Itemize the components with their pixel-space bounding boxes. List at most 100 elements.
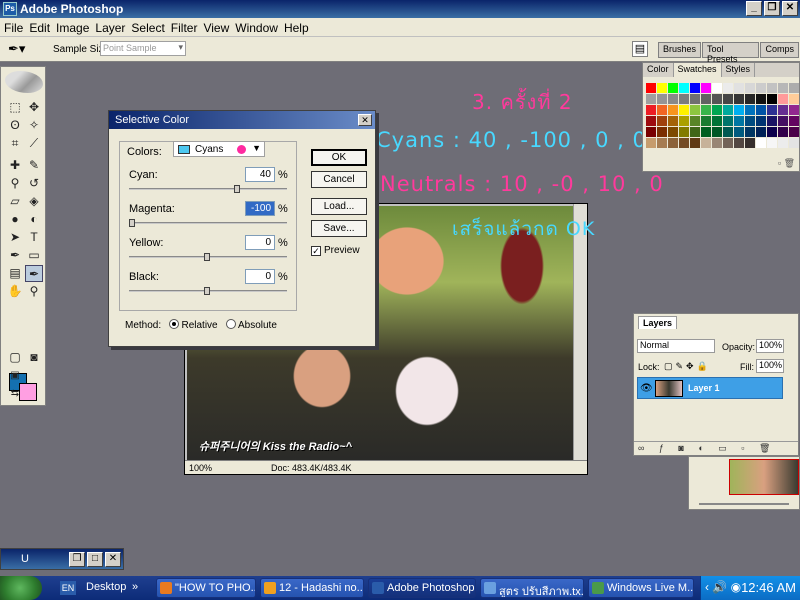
swatch-cell[interactable] <box>767 83 777 93</box>
magenta-slider-thumb[interactable] <box>129 219 135 227</box>
swatch-cell[interactable] <box>745 83 755 93</box>
swatch-cell[interactable] <box>712 94 722 104</box>
swatch-cell[interactable] <box>745 116 755 126</box>
swatch-cell[interactable] <box>646 127 656 137</box>
pen-tool-icon[interactable]: ✒ <box>6 247 24 264</box>
zoom-tool-icon[interactable]: ⚲ <box>25 283 43 300</box>
slice-tool-icon[interactable]: ⟋ <box>25 135 43 152</box>
screen-mode-icon[interactable]: ▣ <box>6 367 24 384</box>
swatch-cell[interactable] <box>657 83 667 93</box>
minimize-button[interactable]: _ <box>746 1 762 16</box>
blend-mode-select[interactable]: Normal <box>637 339 715 353</box>
menu-filter[interactable]: Filter <box>171 18 204 36</box>
eyedropper-tool-icon[interactable]: ✒▾ <box>8 41 38 57</box>
swatch-cell[interactable] <box>712 127 722 137</box>
swatch-cell[interactable] <box>668 83 678 93</box>
swatch-cell[interactable] <box>745 138 755 148</box>
swatch-cell[interactable] <box>646 138 656 148</box>
shape-tool-icon[interactable]: ▭ <box>25 247 43 264</box>
swatch-cell[interactable] <box>778 94 788 104</box>
navigator-zoom-slider[interactable] <box>699 503 789 505</box>
dodge-tool-icon[interactable]: ◐ <box>25 211 43 228</box>
swatch-cell[interactable] <box>734 105 744 115</box>
swatch-cell[interactable] <box>789 83 799 93</box>
quick-mask-mode-icon[interactable]: ◙ <box>25 349 43 366</box>
cyan-slider-thumb[interactable] <box>234 185 240 193</box>
swatch-cell[interactable] <box>745 105 755 115</box>
swatch-cell[interactable] <box>646 94 656 104</box>
swatch-cell[interactable] <box>734 116 744 126</box>
swatch-cell[interactable] <box>789 105 799 115</box>
magic-wand-tool-icon[interactable]: ✧ <box>25 117 43 134</box>
eyedropper-tool-icon[interactable]: ✒ <box>25 265 43 282</box>
swatch-cell[interactable] <box>668 105 678 115</box>
menu-view[interactable]: View <box>203 18 235 36</box>
swatch-cell[interactable] <box>723 94 733 104</box>
start-button[interactable] <box>0 576 42 600</box>
layer-row[interactable]: 👁 Layer 1 <box>637 377 783 399</box>
swatch-cell[interactable] <box>745 94 755 104</box>
swatch-cell[interactable] <box>668 127 678 137</box>
swatch-cell[interactable] <box>723 83 733 93</box>
tab-brushes[interactable]: Brushes <box>658 42 702 58</box>
taskbar-task[interactable]: 12 - Hadashi no... <box>260 578 364 598</box>
crop-tool-icon[interactable]: ⌗ <box>6 135 24 152</box>
swatch-cell[interactable] <box>668 138 678 148</box>
tab-layers[interactable]: Layers <box>638 316 678 329</box>
maximize-button[interactable]: □ <box>87 552 103 567</box>
swatch-cell[interactable] <box>723 105 733 115</box>
swatch-cell[interactable] <box>734 83 744 93</box>
desktop-toolbar[interactable]: Desktop <box>86 581 126 593</box>
swatch-cell[interactable] <box>701 127 711 137</box>
swatch-cell[interactable] <box>701 105 711 115</box>
brush-tool-icon[interactable]: ✎ <box>25 157 43 174</box>
load-button[interactable]: Load... <box>311 198 367 215</box>
menu-layer[interactable]: Layer <box>95 18 131 36</box>
swatch-cell[interactable] <box>789 138 799 148</box>
healing-brush-tool-icon[interactable]: ✚ <box>6 157 24 174</box>
zoom-level[interactable]: 100% <box>189 463 212 473</box>
taskbar-task[interactable]: Adobe Photoshop <box>368 578 476 598</box>
language-indicator[interactable]: EN <box>60 581 76 595</box>
blur-tool-icon[interactable]: ● <box>6 211 24 228</box>
swatch-cell[interactable] <box>701 83 711 93</box>
swatch-cell[interactable] <box>646 105 656 115</box>
swatch-cell[interactable] <box>646 83 656 93</box>
swatch-cell[interactable] <box>657 138 667 148</box>
swatch-cell[interactable] <box>690 83 700 93</box>
swatch-cell[interactable] <box>712 116 722 126</box>
swatch-cell[interactable] <box>657 105 667 115</box>
swatch-cell[interactable] <box>778 127 788 137</box>
swatch-cell[interactable] <box>690 105 700 115</box>
marquee-tool-icon[interactable]: ⬚ <box>6 99 24 116</box>
type-tool-icon[interactable]: T <box>25 229 43 246</box>
swatch-cell[interactable] <box>789 127 799 137</box>
swatch-cell[interactable] <box>756 83 766 93</box>
swatch-cell[interactable] <box>756 116 766 126</box>
jump-to-imageready-icon[interactable]: ⇆ <box>6 385 24 402</box>
menu-window[interactable]: Window <box>235 18 284 36</box>
swatch-cell[interactable] <box>646 116 656 126</box>
restore-button[interactable]: ❐ <box>69 552 85 567</box>
close-button[interactable]: ✕ <box>782 1 798 16</box>
swatch-cell[interactable] <box>701 94 711 104</box>
menu-edit[interactable]: Edit <box>29 18 56 36</box>
swatch-footer-icons[interactable]: ▫ 🗑 <box>778 158 795 169</box>
swatch-cell[interactable] <box>679 94 689 104</box>
swatch-cell[interactable] <box>767 127 777 137</box>
swatch-cell[interactable] <box>690 138 700 148</box>
layers-footer-icons[interactable]: ∞ ƒ ◙ ◐ ▭ ▫ 🗑 <box>634 441 798 455</box>
swatch-cell[interactable] <box>701 116 711 126</box>
taskbar-task[interactable]: "HOW TO PHO... <box>156 578 256 598</box>
swatch-cell[interactable] <box>679 83 689 93</box>
swatch-cell[interactable] <box>679 116 689 126</box>
swatch-cell[interactable] <box>767 94 777 104</box>
swatch-cell[interactable] <box>723 138 733 148</box>
restore-button[interactable]: ❐ <box>764 1 780 16</box>
swatch-cell[interactable] <box>734 94 744 104</box>
magenta-slider-track[interactable] <box>129 219 287 227</box>
swatch-cell[interactable] <box>778 116 788 126</box>
hand-tool-icon[interactable]: ✋ <box>6 283 24 300</box>
swatch-cell[interactable] <box>712 138 722 148</box>
swatch-cell[interactable] <box>767 116 777 126</box>
